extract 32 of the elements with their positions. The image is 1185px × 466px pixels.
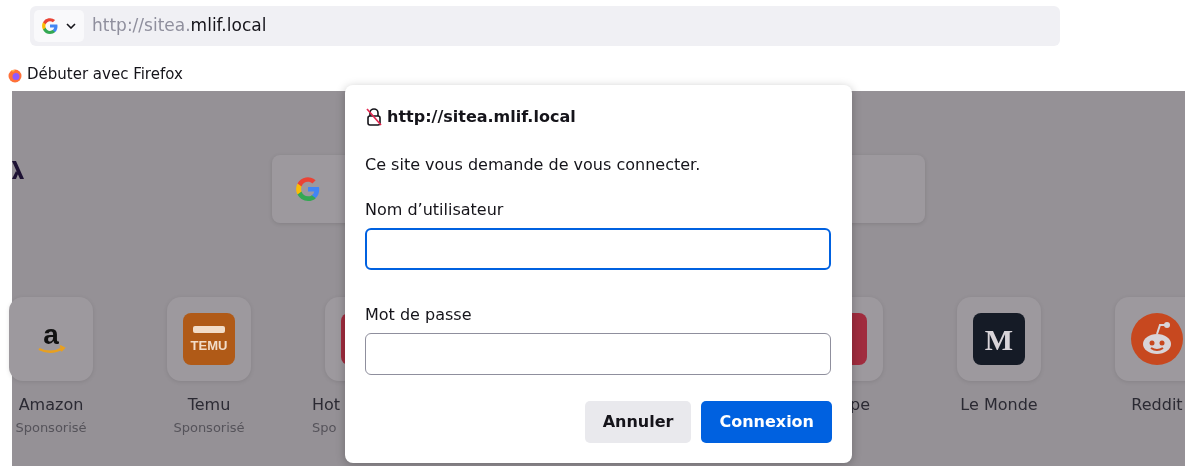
url-text: http://sitea.mlif.local	[92, 14, 267, 38]
search-engine-icon	[296, 177, 320, 201]
sponsored-label: Spo	[312, 419, 337, 438]
shortcut-label: Le Monde	[960, 395, 1038, 415]
username-field[interactable]	[365, 228, 831, 270]
sponsored-label: Sponsorisé	[15, 419, 87, 438]
shortcut-label: Temu	[187, 395, 231, 415]
alien-face-icon	[1131, 313, 1183, 365]
cancel-button[interactable]: Annuler	[584, 401, 692, 443]
shortcut-label: Amazon	[18, 395, 84, 415]
shortcut-tile[interactable]: a	[9, 297, 93, 381]
shopping-app-icon: TEMU	[183, 313, 235, 365]
dialog-title: http://sitea.mlif.local	[387, 106, 576, 128]
shortcut-tile[interactable]	[1115, 297, 1185, 381]
insecure-lock-icon	[365, 107, 383, 127]
wordmark-fragment-icon	[12, 159, 24, 181]
chevron-down-icon	[66, 23, 76, 29]
shortcut-tile[interactable]: TEMU	[167, 297, 251, 381]
shortcut-tile[interactable]: M	[957, 297, 1041, 381]
field-label: Mot de passe	[365, 304, 473, 326]
bookmark-item[interactable]: Débuter avec Firefox	[8, 63, 183, 86]
field-label: Nom d’utilisateur	[365, 199, 505, 221]
newspaper-logo-icon: M	[973, 313, 1025, 365]
search-engine-button[interactable]	[34, 10, 84, 42]
sponsored-label: Sponsorisé	[173, 419, 245, 438]
shortcut-label: Reddit	[1131, 395, 1183, 415]
dialog-message: Ce site vous demande de vous connecter.	[365, 154, 702, 176]
connect-button[interactable]: Connexion	[701, 401, 832, 443]
search-engine-icon	[42, 18, 58, 34]
password-field[interactable]	[365, 333, 831, 375]
address-bar[interactable]: http://sitea.mlif.local	[30, 6, 1060, 46]
shortcut-label: Hot	[312, 395, 341, 415]
